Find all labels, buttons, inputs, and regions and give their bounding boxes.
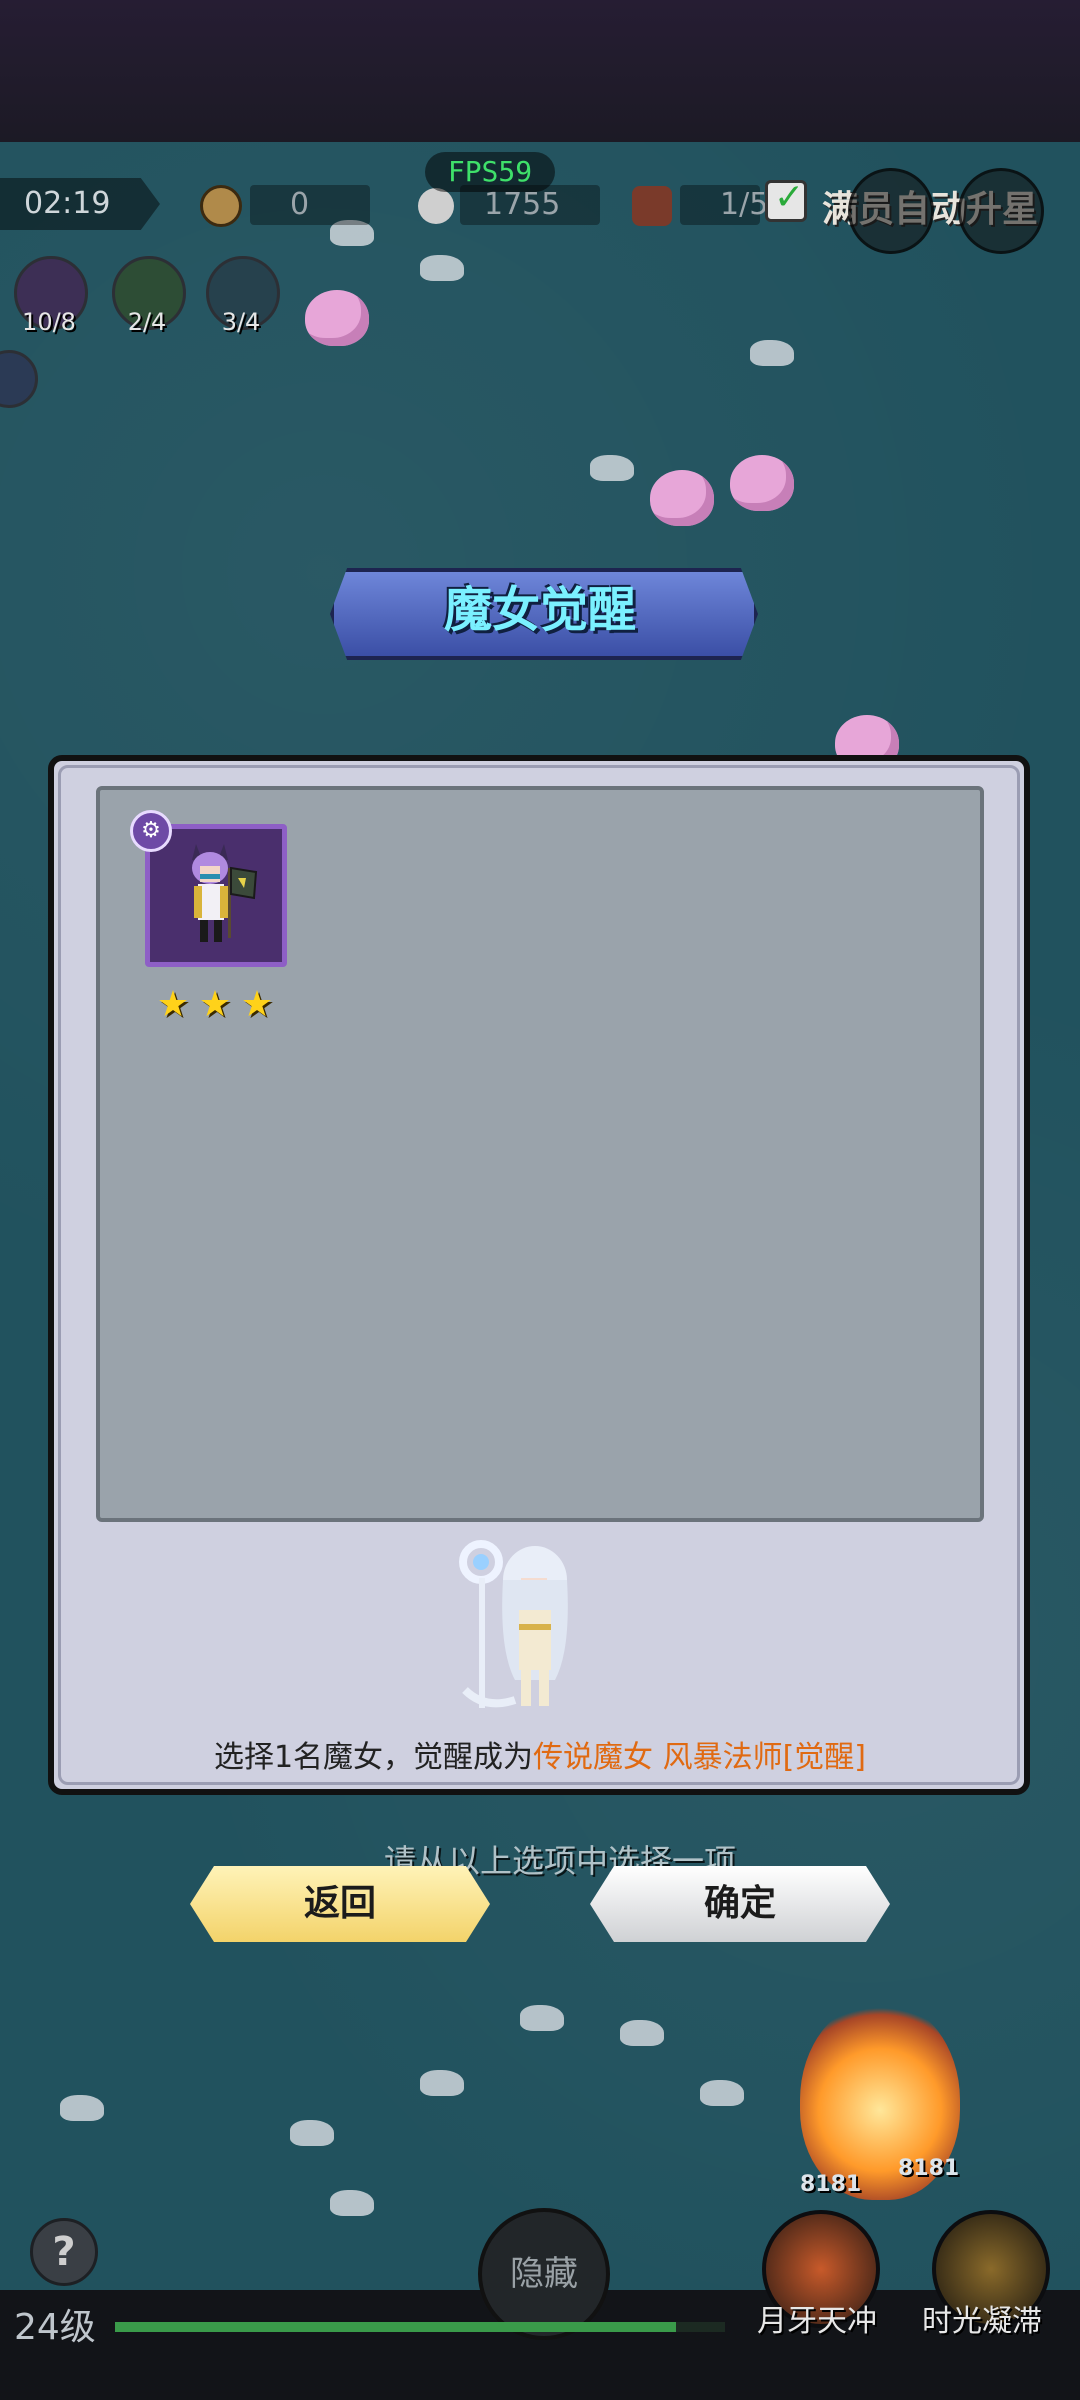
wolf-monster xyxy=(590,455,634,481)
purple-hair-witch-sprite xyxy=(192,844,258,942)
help-button[interactable]: ? xyxy=(30,2218,98,2286)
wolf-monster xyxy=(700,2080,744,2106)
wolf-monster xyxy=(420,2070,464,2096)
wolf-monster xyxy=(60,2095,104,2121)
top-border xyxy=(0,0,1080,142)
skill-count: 10/8 xyxy=(22,308,76,336)
instruction-text: 选择1名魔女，觉醒成为传说魔女 风暴法师[觉醒] xyxy=(100,1732,980,1776)
coin-icon xyxy=(200,185,242,227)
wolf-monster xyxy=(420,255,464,281)
xp-bar xyxy=(115,2322,725,2332)
wolf-monster xyxy=(620,2020,664,2046)
storm-mage-sprite xyxy=(459,1540,568,1708)
game-timer: 02:19 xyxy=(0,178,160,230)
star-icon: ★ xyxy=(240,984,274,1025)
wolf-monster xyxy=(290,2120,334,2146)
back-button[interactable]: 返回 xyxy=(190,1866,490,1942)
checkmark-icon: ✓ xyxy=(774,177,805,218)
xp-fill xyxy=(115,2322,677,2332)
hide-button[interactable]: 隐藏 xyxy=(478,2208,610,2340)
wolf-monster xyxy=(750,340,794,366)
skill-count: 3/4 xyxy=(221,308,261,336)
skull-icon xyxy=(418,188,454,224)
auto-upgrade-checkbox[interactable]: ✓ xyxy=(765,177,807,222)
boss-icon xyxy=(632,186,672,226)
pause-button[interactable] xyxy=(848,168,934,254)
player-level: 24级 xyxy=(14,2307,96,2348)
fps-counter: FPS59 xyxy=(425,152,555,192)
star-icon: ★ xyxy=(198,984,232,1025)
gear-badge-icon: ⚙ xyxy=(130,810,172,852)
instruction-prefix: 选择1名魔女，觉醒成为 xyxy=(213,1740,534,1775)
pink-blob-monster xyxy=(305,290,369,346)
instruction-highlight: 传说魔女 风暴法师[觉醒] xyxy=(533,1740,867,1775)
dialog-title: 魔女觉醒 xyxy=(443,582,636,638)
damage-number: 8181 xyxy=(898,2156,960,2181)
pink-blob-monster xyxy=(730,455,794,511)
star-icon: ★ xyxy=(156,984,190,1025)
skill-count: 2/4 xyxy=(127,308,167,336)
skill-left-label: 月牙天冲 xyxy=(757,2304,877,2339)
skill-right-label: 时光凝滞 xyxy=(922,2304,1042,2339)
coin-count: 0 xyxy=(250,185,370,225)
speed-button[interactable] xyxy=(958,168,1044,254)
boss-progress: 1/5 xyxy=(680,185,768,225)
damage-number: 8181 xyxy=(800,2172,862,2197)
confirm-button[interactable]: 确定 xyxy=(590,1866,890,1942)
pink-blob-monster xyxy=(650,470,714,526)
wolf-monster xyxy=(520,2005,564,2031)
wolf-monster xyxy=(330,2190,374,2216)
